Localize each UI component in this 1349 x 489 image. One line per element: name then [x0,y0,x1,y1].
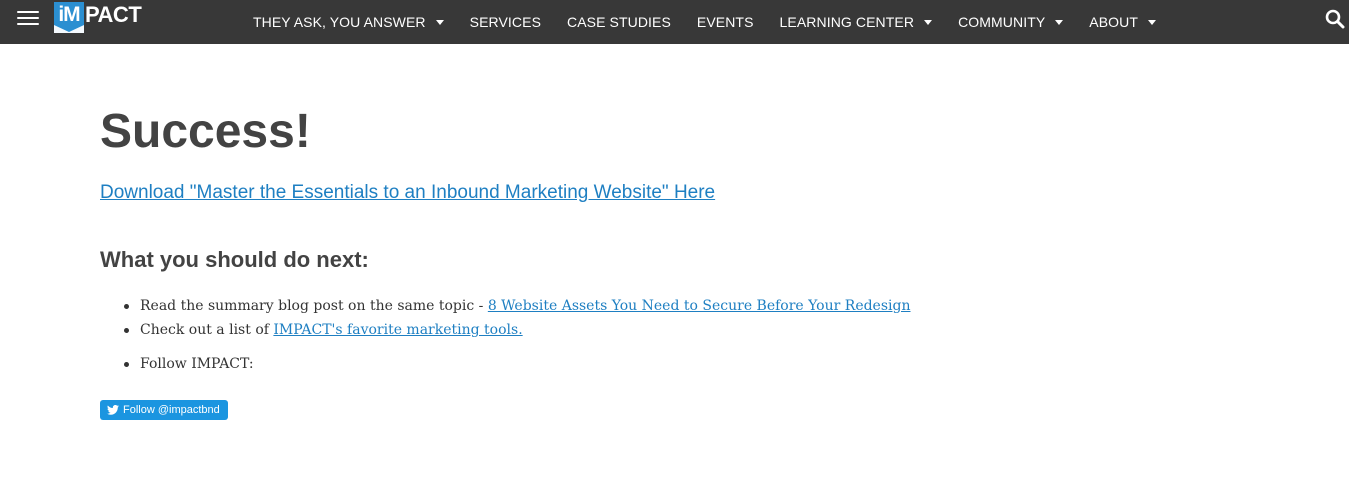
list-item-text: Read the summary blog post on the same t… [140,298,488,314]
caret-down-icon [924,20,933,25]
list-item: Follow IMPACT: [100,354,1000,374]
nav-item-about[interactable]: ABOUT [1076,3,1169,41]
nav-item-learning-center[interactable]: LEARNING CENTER [767,3,946,41]
next-steps-heading: What you should do next: [100,247,369,272]
nav-item-label: LEARNING CENTER [779,14,915,30]
list-item-text: Follow IMPACT: [140,356,254,372]
logo-mark: iM [54,2,84,33]
logo-wordmark: PACT [85,2,142,27]
hamburger-menu-icon[interactable] [17,9,39,27]
top-navbar: iM PACT THEY ASK, YOU ANSWER SERVICES CA… [0,0,1349,44]
twitter-follow-button[interactable]: Follow @impactbnd [100,400,228,420]
next-steps-list: Read the summary blog post on the same t… [100,296,1000,378]
download-ebook-link[interactable]: Download "Master the Essentials to an In… [100,181,715,205]
blog-post-link[interactable]: 8 Website Assets You Need to Secure Befo… [488,298,911,314]
nav-item-label: CASE STUDIES [567,14,671,30]
nav-item-label: ABOUT [1089,14,1139,30]
nav-item-case-studies[interactable]: CASE STUDIES [554,3,684,41]
nav-item-label: EVENTS [696,14,754,30]
twitter-follow-label: Follow @impactbnd [123,404,220,416]
list-item: Read the summary blog post on the same t… [100,296,1000,316]
marketing-tools-link[interactable]: IMPACT's favorite marketing tools. [273,322,522,338]
nav-item-label: COMMUNITY [958,14,1046,30]
nav-item-community[interactable]: COMMUNITY [945,3,1076,41]
nav-item-label: SERVICES [469,14,542,30]
caret-down-icon [1148,20,1157,25]
nav-item-events[interactable]: EVENTS [684,3,767,41]
list-item-text: Check out a list of [140,322,274,338]
twitter-bird-icon [107,405,119,415]
nav-item-services[interactable]: SERVICES [457,3,554,41]
nav-item-they-ask-you-answer[interactable]: THEY ASK, YOU ANSWER [240,3,457,41]
main-nav: THEY ASK, YOU ANSWER SERVICES CASE STUDI… [240,0,1169,44]
impact-logo[interactable]: iM PACT [54,2,142,33]
search-icon[interactable] [1325,9,1345,29]
list-item: Check out a list of IMPACT's favorite ma… [100,320,1000,340]
caret-down-icon [1055,20,1064,25]
page-title: Success! [100,105,311,158]
nav-item-label: THEY ASK, YOU ANSWER [253,14,426,30]
caret-down-icon [435,20,444,25]
